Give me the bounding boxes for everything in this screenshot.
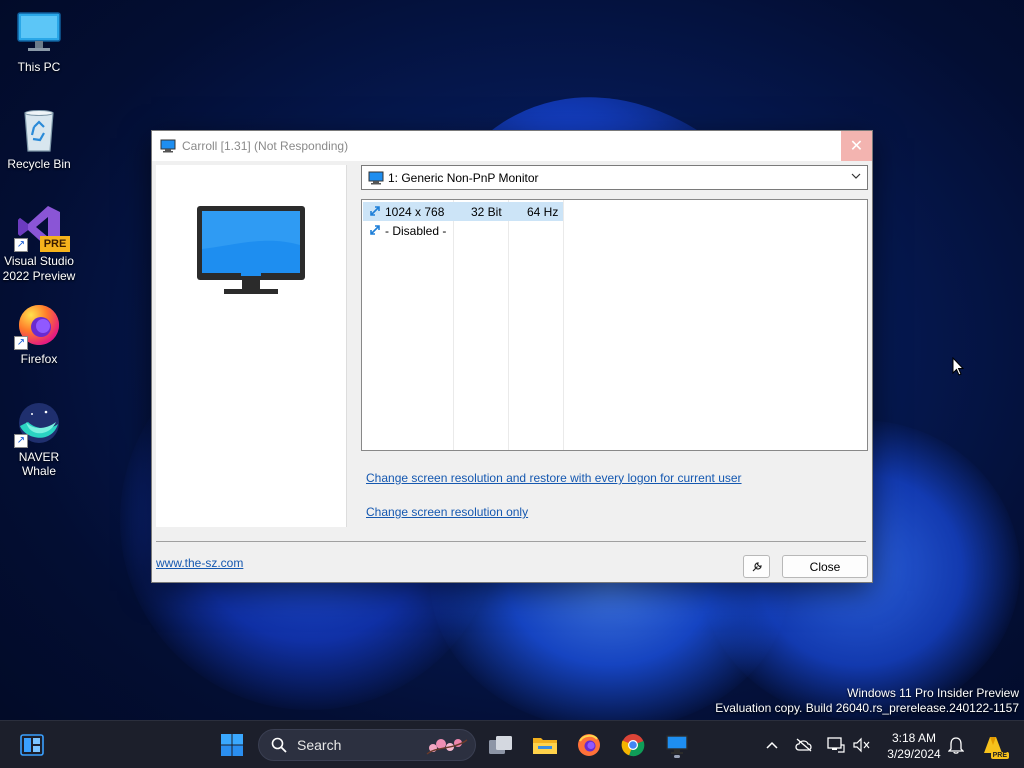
window-title: Carroll [1.31] (Not Responding) <box>182 139 349 153</box>
task-view-icon <box>488 734 514 756</box>
widgets-button[interactable] <box>16 729 48 761</box>
start-button[interactable] <box>216 729 248 761</box>
onedrive-tray-button[interactable] <box>794 735 814 755</box>
cloud-off-icon <box>794 738 814 752</box>
show-hidden-icons-button[interactable] <box>762 735 782 755</box>
close-button[interactable]: Close <box>782 555 868 578</box>
taskbar: Search 3:18 AM 3/29/2024 PRE <box>0 720 1024 768</box>
window-titlebar[interactable]: Carroll [1.31] (Not Responding) ✕ <box>152 131 872 161</box>
monitor-icon <box>666 735 688 755</box>
desktop-icon-recycle-bin[interactable]: Recycle Bin <box>1 107 77 171</box>
monitor-select[interactable]: 1: Generic Non-PnP Monitor <box>361 165 868 190</box>
watermark-line-1: Windows 11 Pro Insider Preview <box>847 686 1019 700</box>
mode-row[interactable]: - Disabled - <box>363 221 563 240</box>
chevron-down-icon <box>851 171 861 184</box>
visual-studio-icon: PRE ↗ <box>14 204 70 252</box>
carroll-taskbar-button[interactable] <box>661 729 693 761</box>
monitor-icon <box>368 171 384 185</box>
search-label: Search <box>297 737 342 753</box>
chrome-taskbar-button[interactable] <box>617 729 649 761</box>
recycle-bin-icon <box>16 107 62 153</box>
resize-arrow-icon <box>369 205 381 220</box>
firefox-icon <box>577 733 601 757</box>
carroll-window[interactable]: Carroll [1.31] (Not Responding) ✕ 1: Gen… <box>151 130 873 583</box>
settings-button[interactable] <box>743 555 770 578</box>
firefox-taskbar-button[interactable] <box>573 729 605 761</box>
shortcut-arrow-icon: ↗ <box>14 336 28 350</box>
website-link[interactable]: www.the-sz.com <box>156 556 243 570</box>
folder-icon <box>532 734 558 756</box>
resize-arrow-icon <box>369 224 381 239</box>
window-close-button[interactable]: ✕ <box>841 131 872 161</box>
windows-logo-icon <box>220 733 244 757</box>
shortcut-arrow-icon: ↗ <box>14 238 28 252</box>
active-indicator <box>674 755 680 758</box>
mode-resolution: 1024 x 768 <box>385 204 445 219</box>
network-tray-button[interactable] <box>826 735 846 755</box>
bell-icon <box>948 736 964 754</box>
divider <box>156 541 866 542</box>
monitor-select-value: 1: Generic Non-PnP Monitor <box>388 170 539 185</box>
pre-badge: PRE <box>40 236 70 252</box>
desktop-icon-label: Recycle Bin <box>7 157 71 171</box>
desktop-icon-visual-studio[interactable]: PRE ↗ Visual Studio 2022 Preview <box>1 204 77 284</box>
clock-time: 3:18 AM <box>891 731 937 745</box>
notifications-button[interactable] <box>946 735 966 755</box>
taskbar-search[interactable]: Search <box>258 729 476 761</box>
mode-refresh: 64 Hz <box>527 204 559 219</box>
monitor-preview-pane <box>156 165 347 527</box>
search-highlight-icon <box>423 734 469 758</box>
mode-row-selected[interactable]: 1024 x 768 32 Bit 64 Hz <box>363 202 563 221</box>
volume-tray-button[interactable] <box>851 735 871 755</box>
naver-whale-icon: ↗ <box>14 400 62 448</box>
windows-watermark: Windows 11 Pro Insider Preview Evaluatio… <box>715 686 1019 716</box>
speaker-muted-icon <box>852 737 870 753</box>
network-icon <box>827 737 845 753</box>
link-change-resolution-restore[interactable]: Change screen resolution and restore wit… <box>366 471 742 485</box>
display-mode-list[interactable]: 1024 x 768 32 Bit 64 Hz - Disabled - <box>361 199 868 451</box>
desktop-icon-label: NAVER Whale <box>18 450 60 478</box>
desktop-icon-naver-whale[interactable]: ↗ NAVER Whale <box>1 400 77 478</box>
link-change-resolution-only[interactable]: Change screen resolution only <box>366 505 528 519</box>
desktop-icon-label: Firefox <box>20 352 58 366</box>
mode-bits: 32 Bit <box>471 204 502 219</box>
app-monitor-icon <box>160 139 176 153</box>
insider-preview-icon: PRE <box>981 733 1009 759</box>
chrome-icon <box>621 733 645 757</box>
large-monitor-icon <box>197 206 305 294</box>
widgets-icon <box>20 734 44 756</box>
desktop-icon-label: Visual Studio 2022 Preview <box>2 254 76 283</box>
insider-badge: PRE <box>990 752 1009 759</box>
clock-date: 3/29/2024 <box>887 747 941 761</box>
task-view-button[interactable] <box>485 729 517 761</box>
desktop-icon-label: This PC <box>17 60 61 74</box>
desktop-icon-firefox[interactable]: ↗ Firefox <box>1 302 77 366</box>
insider-tray-button[interactable]: PRE <box>980 732 1009 759</box>
shortcut-arrow-icon: ↗ <box>14 434 28 448</box>
chevron-up-icon <box>766 741 778 749</box>
search-icon <box>271 737 287 753</box>
this-pc-icon <box>16 10 62 56</box>
wrench-icon <box>751 561 763 573</box>
mode-resolution: - Disabled - <box>385 223 447 238</box>
mouse-cursor-icon <box>952 356 965 380</box>
taskbar-clock[interactable]: 3:18 AM 3/29/2024 <box>878 730 950 762</box>
watermark-line-2: Evaluation copy. Build 26040.rs_prerelea… <box>715 701 1019 715</box>
close-icon: ✕ <box>849 138 864 155</box>
file-explorer-button[interactable] <box>529 729 561 761</box>
firefox-icon: ↗ <box>14 302 62 350</box>
desktop-icon-this-pc[interactable]: This PC <box>1 10 77 74</box>
